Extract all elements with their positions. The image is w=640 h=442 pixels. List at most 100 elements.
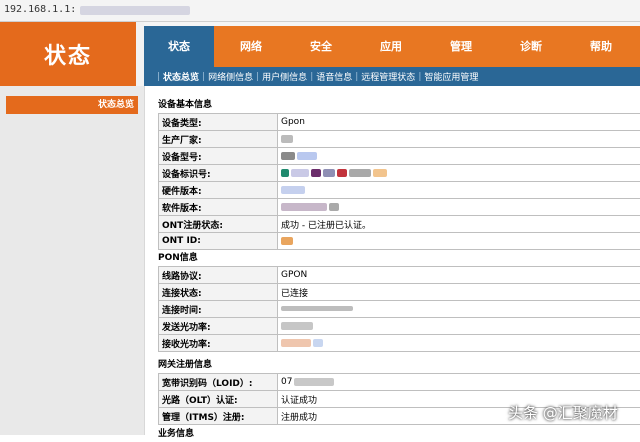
address-bar[interactable]: 192.168.1.1: [0,0,640,22]
row-label: ONT ID: [159,233,278,250]
table-row: 宽带识别码（LOID）: 07 [159,374,640,391]
sidebar: 状态总览 [0,86,144,435]
row-value [278,335,640,352]
row-value [278,318,640,335]
tab-security[interactable]: 安全 [286,26,356,67]
sidebar-item-status-overview[interactable]: 状态总览 [6,96,138,114]
row-label: 连接时间: [159,301,278,318]
row-label: 接收光功率: [159,335,278,352]
row-value [278,131,640,148]
loid-prefix: 07 [281,377,292,387]
row-value [278,199,640,216]
row-value: Gpon [278,114,640,131]
row-value [278,182,640,199]
section-title: 网关注册信息 [158,358,640,373]
row-value [278,301,640,318]
redacted-value [373,169,387,177]
row-value: 07 [278,374,640,391]
device-info-table: 设备类型: Gpon 生产厂家: 设备型号: 设备标识号: 硬件版本: 软件版本… [158,113,640,250]
section-title: 设备基本信息 [158,98,640,113]
row-label: 宽带识别码（LOID）: [159,374,278,391]
table-row: 接收光功率: [159,335,640,352]
subtab-status-overview[interactable]: 状态总览 [163,70,199,83]
subtab-network-info[interactable]: 网络侧信息 [208,70,253,83]
row-label: 连接状态: [159,284,278,301]
separator: | [418,72,421,82]
redacted-value [281,186,305,194]
redacted-value [281,203,327,211]
table-row: 线路协议: GPON [159,267,640,284]
row-label: 设备型号: [159,148,278,165]
redacted-value [281,339,311,347]
redacted-value [291,169,309,177]
table-row: ONT注册状态: 成功 - 已注册已认证。 [159,216,640,233]
redacted-value [281,135,293,143]
row-label: 设备标识号: [159,165,278,182]
subtab-voice-info[interactable]: 语音信息 [316,70,352,83]
watermark: 头条 @汇聚魔材 [508,402,618,423]
separator: | [310,72,313,82]
address-url[interactable]: 192.168.1.1: [4,4,76,15]
redacted-value [349,169,371,177]
redacted-value [281,306,353,311]
separator: | [256,72,259,82]
device-info-section: 设备基本信息 设备类型: Gpon 生产厂家: 设备型号: 设备标识号: 硬件版… [158,98,640,250]
sub-nav: | 状态总览 | 网络侧信息 | 用户侧信息 | 语音信息 | 远程管理状态 |… [144,67,640,86]
row-value [278,165,640,182]
redacted-value [281,237,293,245]
redacted-value [281,152,295,160]
pon-info-table: 线路协议: GPON 连接状态: 已连接 连接时间: 发送光功率: 接收光功率: [158,266,640,352]
tab-application[interactable]: 应用 [356,26,426,67]
tab-diagnostics[interactable]: 诊断 [496,26,566,67]
row-value: GPON [278,267,640,284]
row-label: 发送光功率: [159,318,278,335]
pon-info-section: PON信息 线路协议: GPON 连接状态: 已连接 连接时间: 发送光功率: … [158,251,640,352]
main-content: 设备基本信息 设备类型: Gpon 生产厂家: 设备型号: 设备标识号: 硬件版… [144,86,640,435]
redacted-value [294,378,334,386]
brand-title: 状态 [0,22,136,86]
tab-management[interactable]: 管理 [426,26,496,67]
row-label: 设备类型: [159,114,278,131]
redacted-value [311,169,321,177]
redacted-value [323,169,335,177]
separator: | [202,72,205,82]
row-value: 已连接 [278,284,640,301]
tab-status[interactable]: 状态 [144,26,214,67]
subtab-user-info[interactable]: 用户侧信息 [262,70,307,83]
table-row: 连接时间: [159,301,640,318]
row-value [278,233,640,250]
redacted-value [281,322,313,330]
table-row: 连接状态: 已连接 [159,284,640,301]
table-row: 设备型号: [159,148,640,165]
table-row: 硬件版本: [159,182,640,199]
subtab-smart-app[interactable]: 智能应用管理 [424,70,478,83]
table-row: 设备标识号: [159,165,640,182]
redacted-value [337,169,347,177]
redacted-url-part [80,6,190,15]
row-label: 硬件版本: [159,182,278,199]
row-label: 软件版本: [159,199,278,216]
row-label: ONT注册状态: [159,216,278,233]
table-row: ONT ID: [159,233,640,250]
row-label: 光路（OLT）认证: [159,391,278,408]
row-value [278,148,640,165]
separator: | [157,72,160,82]
row-value: 成功 - 已注册已认证。 [278,216,640,233]
table-row: 生产厂家: [159,131,640,148]
row-label: 生产厂家: [159,131,278,148]
redacted-value [281,169,289,177]
table-row: 发送光功率: [159,318,640,335]
tab-help[interactable]: 帮助 [566,26,636,67]
row-label: 管理（ITMS）注册: [159,408,278,425]
section-title: PON信息 [158,251,640,266]
separator: | [355,72,358,82]
redacted-value [297,152,317,160]
top-nav: 状态 网络 安全 应用 管理 诊断 帮助 [144,22,640,67]
header-spacer [136,22,144,86]
subtab-remote-mgmt[interactable]: 远程管理状态 [361,70,415,83]
redacted-value [329,203,339,211]
row-label: 线路协议: [159,267,278,284]
table-row: 软件版本: [159,199,640,216]
tab-network[interactable]: 网络 [216,26,286,67]
table-row: 设备类型: Gpon [159,114,640,131]
